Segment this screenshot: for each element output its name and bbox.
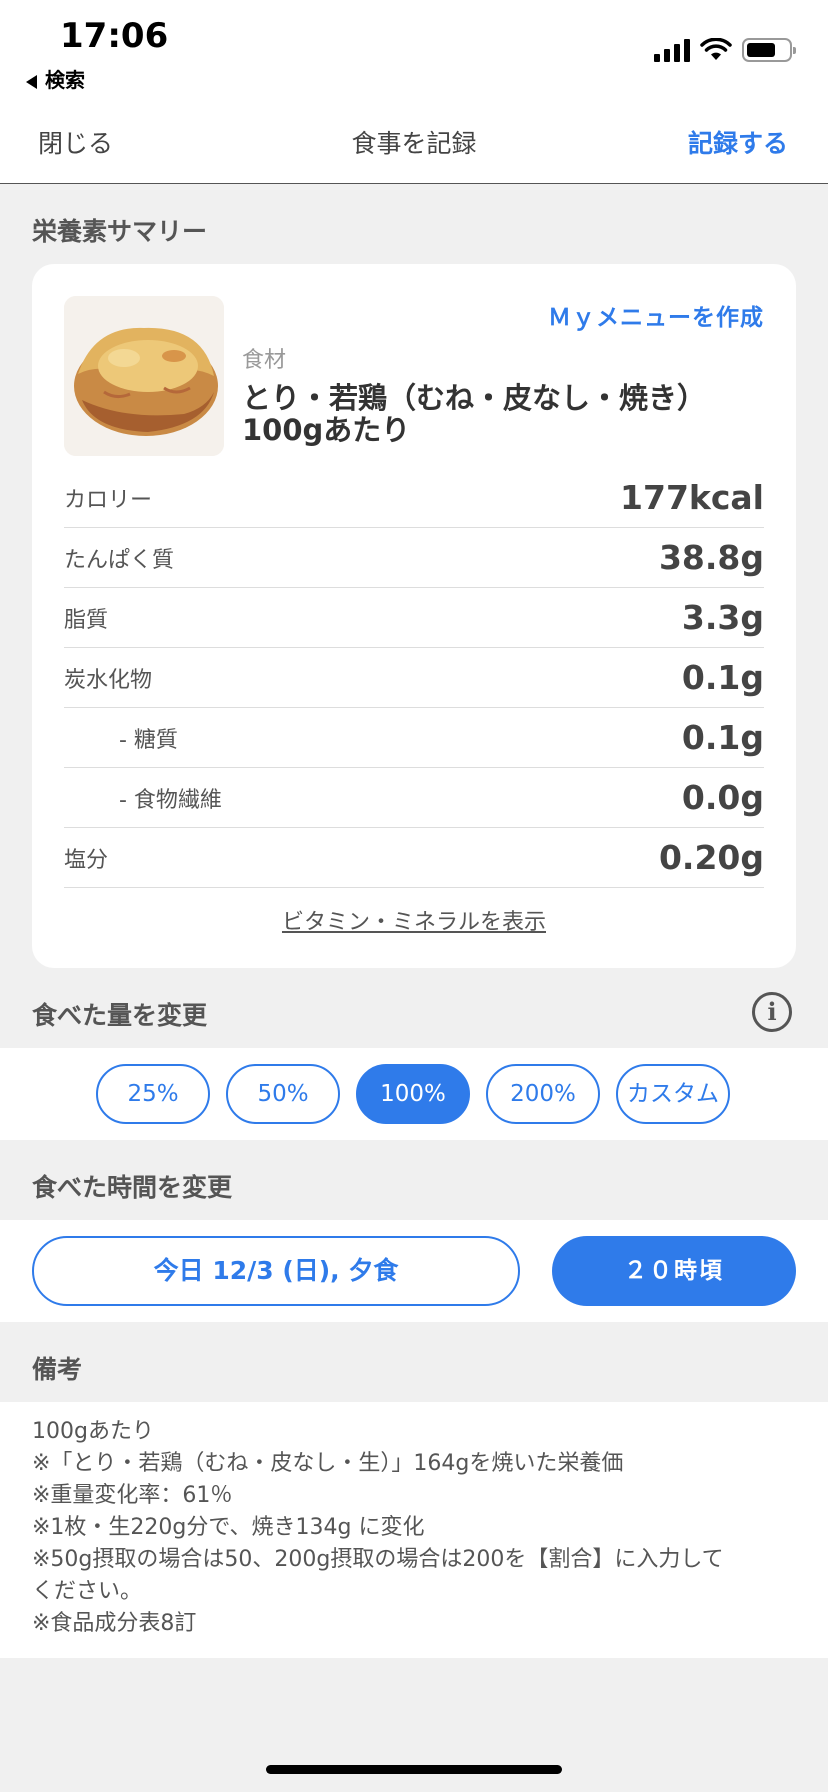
amount-option-custom[interactable]: カスタム bbox=[616, 1064, 730, 1124]
note-line: ※1枚・生220g分で、焼き134g に変化 bbox=[32, 1515, 425, 1540]
status-icons bbox=[654, 36, 796, 64]
notes-section-title: 備考 bbox=[32, 1355, 83, 1384]
info-icon[interactable]: i bbox=[752, 992, 792, 1032]
nutrient-label: 塩分 bbox=[64, 847, 109, 873]
nutrient-value: 38.8g bbox=[658, 538, 764, 577]
nutrient-value: 0.0g bbox=[681, 778, 764, 817]
food-name-line1: とり・若鶏（むね・皮なし・焼き） bbox=[242, 381, 707, 415]
create-my-menu-link[interactable]: Ｍｙメニューを作成 bbox=[548, 298, 764, 332]
time-section-title: 食べた時間を変更 bbox=[32, 1173, 233, 1202]
nutrient-row-carbohydrate: 炭水化物 0.1g bbox=[64, 648, 764, 708]
back-arrow-icon bbox=[26, 74, 37, 89]
status-time: 17:06 bbox=[60, 16, 169, 56]
nutrient-value: 0.20g bbox=[658, 838, 764, 877]
note-line: ※50g摂取の場合は50、200g摂取の場合は200を【割合】に入力して bbox=[32, 1547, 724, 1572]
nutrient-value: 0.1g bbox=[681, 658, 764, 697]
nutrient-row-sugar: - 糖質 0.1g bbox=[64, 708, 764, 768]
meal-date-button[interactable]: 今日 12/3 (日), 夕食 bbox=[32, 1236, 520, 1306]
notes-text: 100gあたり ※「とり・若鶏（むね・皮なし・生）」164gを焼いた栄養価 ※重… bbox=[0, 1402, 828, 1658]
nutrient-value: 177kcal bbox=[620, 478, 764, 517]
navigation-bar: 食事を記録 閉じる 記録する bbox=[0, 100, 828, 184]
food-name: とり・若鶏（むね・皮なし・焼き） 100gあたり bbox=[242, 382, 772, 446]
back-to-search[interactable]: 検索 bbox=[26, 64, 85, 93]
nutrient-value: 3.3g bbox=[681, 598, 764, 637]
nutrient-row-fiber: - 食物繊維 0.0g bbox=[64, 768, 764, 828]
note-line: ください。 bbox=[32, 1579, 143, 1604]
nutrient-row-fat: 脂質 3.3g bbox=[64, 588, 764, 648]
nutrient-row-salt: 塩分 0.20g bbox=[64, 828, 764, 888]
close-button[interactable]: 閉じる bbox=[38, 124, 113, 160]
note-line: ※「とり・若鶏（むね・皮なし・生）」164gを焼いた栄養価 bbox=[32, 1451, 624, 1476]
nutrient-label: たんぱく質 bbox=[64, 547, 175, 573]
home-indicator[interactable] bbox=[266, 1765, 562, 1774]
nutrient-label: 脂質 bbox=[64, 607, 109, 633]
note-line: ※重量変化率：61％ bbox=[32, 1483, 233, 1508]
amount-section-title: 食べた量を変更 bbox=[32, 1001, 208, 1030]
amount-option-50[interactable]: 50% bbox=[226, 1064, 340, 1124]
note-line: 100gあたり bbox=[32, 1419, 154, 1444]
amount-option-100[interactable]: 100% bbox=[356, 1064, 470, 1124]
summary-section-title: 栄養素サマリー bbox=[32, 217, 208, 246]
cellular-signal-icon bbox=[654, 38, 690, 62]
battery-icon bbox=[742, 38, 796, 62]
nutrient-value: 0.1g bbox=[681, 718, 764, 757]
nutrient-label: - 糖質 bbox=[119, 727, 178, 753]
nutrition-card: Ｍｙメニューを作成 食材 とり・若鶏（むね・皮なし・焼き） 100gあたり カロ… bbox=[32, 264, 796, 968]
amount-options: 25% 50% 100% 200% カスタム bbox=[0, 1048, 828, 1140]
food-category: 食材 bbox=[242, 348, 287, 373]
nutrient-row-calories: カロリー 177kcal bbox=[64, 468, 764, 528]
record-button[interactable]: 記録する bbox=[688, 124, 788, 160]
nutrient-label: - 食物繊維 bbox=[119, 787, 222, 813]
amount-option-25[interactable]: 25% bbox=[96, 1064, 210, 1124]
meal-hour-button[interactable]: ２０時頃 bbox=[552, 1236, 796, 1306]
food-name-line2: 100gあたり bbox=[242, 413, 411, 447]
nutrient-table: カロリー 177kcal たんぱく質 38.8g 脂質 3.3g 炭水化物 0.… bbox=[64, 468, 764, 888]
time-options: 今日 12/3 (日), 夕食 ２０時頃 bbox=[0, 1220, 828, 1322]
back-label: 検索 bbox=[45, 68, 85, 92]
status-bar: 17:06 検索 bbox=[0, 0, 828, 100]
wifi-icon bbox=[700, 38, 732, 60]
food-image bbox=[64, 296, 224, 456]
nutrient-label: 炭水化物 bbox=[64, 667, 153, 693]
show-vitamins-minerals-link[interactable]: ビタミン・ミネラルを表示 bbox=[32, 904, 796, 936]
nutrient-label: カロリー bbox=[64, 487, 153, 513]
nutrient-row-protein: たんぱく質 38.8g bbox=[64, 528, 764, 588]
amount-option-200[interactable]: 200% bbox=[486, 1064, 600, 1124]
note-line: ※食品成分表8訂 bbox=[32, 1611, 197, 1636]
